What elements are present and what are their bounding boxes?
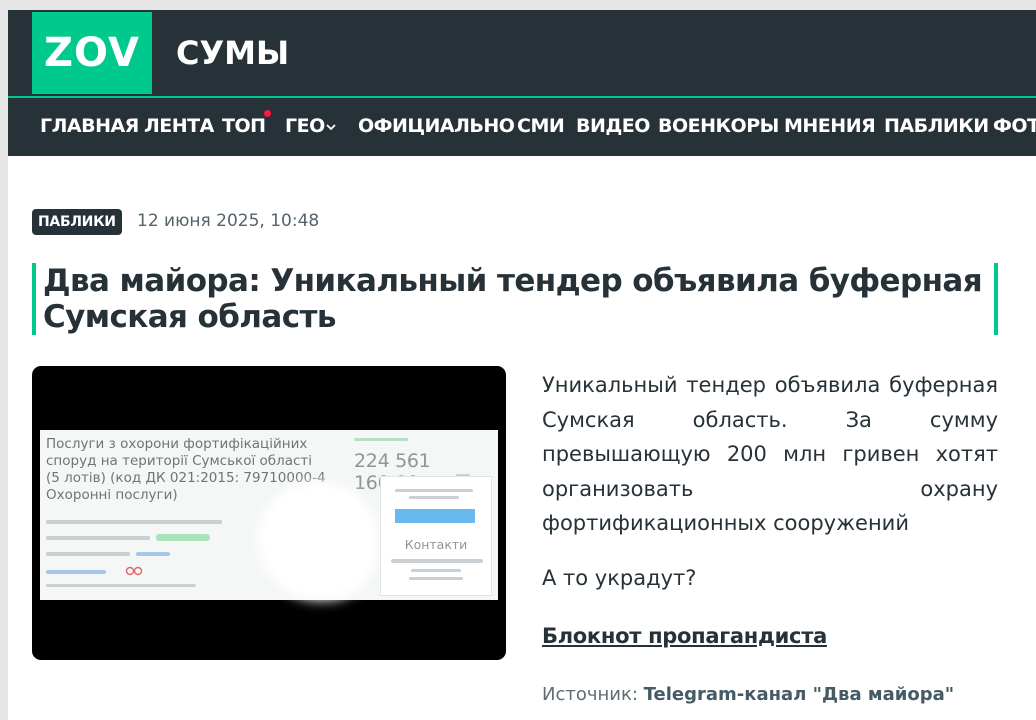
site-logo[interactable]: ZOV [32,12,152,94]
nav-item-main[interactable]: ГЛАВНАЯ [40,115,139,137]
tender-contacts-label: Контакти [404,537,468,552]
title-accent-right [994,263,998,335]
chevron-down-icon[interactable] [326,122,336,132]
tender-id-line [46,520,222,524]
tender-contact-name [391,559,483,563]
article-source: Источник: Telegram-канал "Два майора" [542,684,954,705]
tender-submit-button [395,509,475,523]
article-paragraph: Уникальный тендер объявила буферная Сумс… [542,373,998,536]
nav-item-publics[interactable]: ПАБЛИКИ [884,115,989,137]
link-icon [125,566,143,576]
nav-item-photo[interactable]: ФОТ [993,115,1036,137]
site-name[interactable]: СУМЫ [176,34,289,72]
tender-check-link [136,552,170,556]
tender-procedure-line [46,536,150,540]
main-nav: ГЛАВНАЯ ЛЕНТА ТОП ГЕО ОФИЦИАЛЬНО СМИ ВИД… [8,98,1036,156]
page: ZOV СУМЫ ГЛАВНАЯ ЛЕНТА ТОП ГЕО ОФИЦИАЛЬН… [8,10,1036,720]
tender-screenshot: Послуги з охорони фортифікаційних споруд… [40,430,498,600]
publish-date: 12 июня 2025, 10:48 [137,211,320,231]
article-image[interactable]: Послуги з охорони фортифікаційних споруд… [32,366,506,660]
nav-item-official[interactable]: ОФИЦИАЛЬНО [358,115,515,137]
nav-item-feed[interactable]: ЛЕНТА [144,115,214,137]
source-link[interactable]: Telegram-канал "Два майора" [644,684,954,705]
article-paragraph: А то украдут? [542,566,697,590]
tender-card-note [395,489,473,492]
tender-contact-phone [411,569,461,572]
nav-item-opinions[interactable]: МНЕНИЯ [784,115,876,137]
tender-contact-email [409,577,463,580]
nav-item-top[interactable]: ТОП [222,115,266,137]
tender-report-line [46,584,196,587]
tender-signature-line [46,552,130,556]
nav-item-war-correspondents[interactable]: ВОЕНКОРЫ [658,115,779,137]
tender-customer-link [46,570,106,574]
nav-item-video[interactable]: ВИДЕО [576,115,650,137]
site-header: ZOV СУМЫ [8,10,1036,96]
tender-contact-card: Контакти [380,476,492,596]
nav-item-geo[interactable]: ГЕО [285,115,325,137]
tender-amount-caption [354,438,408,441]
source-label: Источник: [542,684,638,705]
nav-item-media[interactable]: СМИ [517,115,565,137]
propagandist-notebook-link[interactable]: Блокнот пропагандиста [542,624,827,648]
redaction-blob [258,482,378,600]
tender-status-badge [156,534,210,541]
category-badge[interactable]: ПАБЛИКИ [32,209,122,235]
tender-card-note-2 [409,496,459,499]
new-indicator-dot [264,110,271,117]
title-accent-left [32,263,36,335]
article-title: Два майора: Уникальный тендер объявила б… [43,263,983,335]
